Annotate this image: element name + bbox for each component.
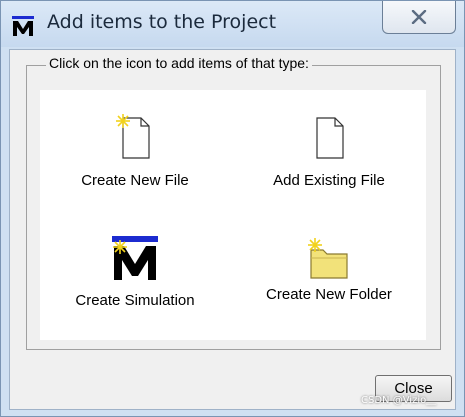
watermark-text: CSDN @Vizio__ <box>361 395 437 406</box>
new-folder-icon <box>308 238 348 279</box>
close-x-icon <box>411 10 427 24</box>
simulation-m-icon <box>112 236 158 280</box>
dialog-window: Add items to the Project Click on the ic… <box>0 0 465 417</box>
create-new-folder-item[interactable]: Create New Folder <box>234 220 424 330</box>
create-new-folder-label: Create New Folder <box>266 286 392 303</box>
add-existing-file-item[interactable]: Add Existing File <box>234 102 424 212</box>
create-new-file-item[interactable]: Create New File <box>40 102 230 212</box>
group-legend: Click on the icon to add items of that t… <box>46 55 312 71</box>
title-bar[interactable]: Add items to the Project <box>1 1 464 47</box>
add-existing-file-label: Add Existing File <box>273 172 385 189</box>
window-close-button[interactable] <box>382 1 456 34</box>
create-simulation-item[interactable]: Create Simulation <box>40 220 230 330</box>
m-logo-icon <box>12 16 34 36</box>
file-icon <box>316 117 344 159</box>
window-title: Add items to the Project <box>47 11 277 33</box>
create-new-file-label: Create New File <box>81 172 189 189</box>
create-simulation-label: Create Simulation <box>75 292 195 309</box>
dialog-client-area: Click on the icon to add items of that t… <box>9 49 456 410</box>
new-file-icon <box>116 114 150 159</box>
items-panel: Create New File Add Existing File Create… <box>40 90 426 340</box>
